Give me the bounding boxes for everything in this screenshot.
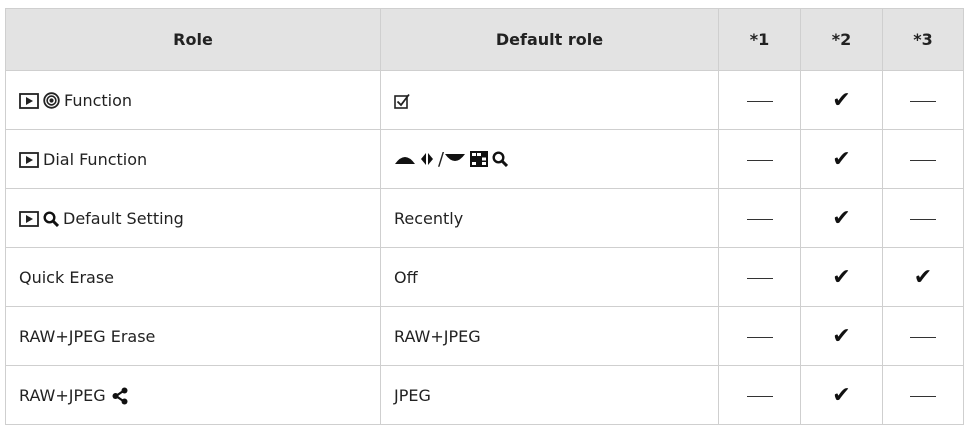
note-2-cell: ✔ (800, 129, 883, 189)
role-label: Dial Function (43, 150, 148, 169)
table-row: RAW+JPEG JPEG ✔ (5, 365, 964, 425)
note-3-cell (882, 365, 964, 425)
check-mark: ✔ (832, 87, 851, 113)
default-cell: / (380, 129, 719, 189)
table-row: Dial Function / ✔ (5, 129, 964, 189)
header-default-role: Default role (380, 8, 719, 71)
header-note-3: *3 (882, 8, 964, 71)
role-cell: Default Setting (5, 188, 381, 248)
left-right-arrow-icon (420, 152, 434, 166)
check-mark: ✔ (832, 264, 851, 290)
note-2-cell: ✔ (800, 247, 883, 307)
check-mark: ✔ (832, 382, 851, 408)
note-3-cell (882, 70, 964, 130)
default-cell: JPEG (380, 365, 719, 425)
dash-mark (910, 100, 936, 103)
playback-icon (19, 210, 39, 227)
check-mark: ✔ (832, 146, 851, 172)
note-3-cell (882, 129, 964, 189)
share-icon (111, 387, 129, 405)
role-cell: RAW+JPEG (5, 365, 381, 425)
role-label: RAW+JPEG (19, 386, 106, 405)
note-1-cell (718, 365, 801, 425)
role-cell: Quick Erase (5, 247, 381, 307)
table-row: Default Setting Recently ✔ (5, 188, 964, 248)
magnify-icon (492, 151, 509, 167)
dash-mark (746, 159, 773, 162)
settings-table: Role Default role *1 *2 *3 Function ✔ Di… (5, 8, 964, 425)
dash-mark (746, 395, 773, 398)
note-1-cell (718, 129, 801, 189)
role-cell: RAW+JPEG Erase (5, 306, 381, 366)
default-cell: Off (380, 247, 719, 307)
dash-mark (910, 336, 936, 339)
dash-mark (746, 336, 773, 339)
dash-mark (910, 159, 936, 162)
check-mark: ✔ (913, 264, 933, 290)
dash-mark (746, 277, 773, 280)
note-2-cell: ✔ (800, 365, 883, 425)
note-2-cell: ✔ (800, 188, 883, 248)
note-1-cell (718, 70, 801, 130)
dash-mark (910, 218, 936, 221)
role-cell: Dial Function (5, 129, 381, 189)
playback-icon (19, 92, 39, 109)
note-1-cell (718, 306, 801, 366)
dash-mark (746, 218, 773, 221)
note-2-cell: ✔ (800, 306, 883, 366)
header-note-1: *1 (718, 8, 801, 71)
role-cell: Function (5, 70, 381, 130)
table-header-row: Role Default role *1 *2 *3 (5, 8, 964, 71)
dash-mark (746, 100, 773, 103)
default-cell: RAW+JPEG (380, 306, 719, 366)
table-row: RAW+JPEG Erase RAW+JPEG ✔ (5, 306, 964, 366)
dash-mark (910, 395, 936, 398)
note-1-cell (718, 247, 801, 307)
front-dial-icon (394, 153, 416, 165)
role-label: Default Setting (63, 209, 184, 228)
magnify-icon (43, 210, 59, 227)
table-row: Function ✔ (5, 70, 964, 130)
header-role: Role (5, 8, 381, 71)
note-3-cell: ✔ (882, 247, 964, 307)
check-mark: ✔ (832, 205, 851, 231)
header-note-2: *2 (800, 8, 883, 71)
playback-icon (19, 151, 39, 168)
checkbox-icon (394, 93, 410, 109)
note-3-cell (882, 306, 964, 366)
note-2-cell: ✔ (800, 70, 883, 130)
role-label: Function (64, 91, 133, 110)
target-icon (43, 92, 60, 109)
default-cell: Recently (380, 188, 719, 248)
check-mark: ✔ (832, 323, 851, 349)
table-row: Quick Erase Off ✔ ✔ (5, 247, 964, 307)
default-cell (380, 70, 719, 130)
rear-dial-icon (444, 153, 466, 165)
note-1-cell (718, 188, 801, 248)
note-3-cell (882, 188, 964, 248)
grid-icon (470, 151, 489, 167)
